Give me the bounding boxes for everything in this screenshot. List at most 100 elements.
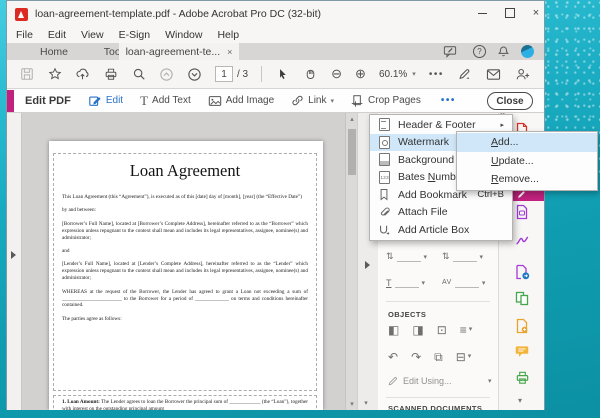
collapse-panel-icon[interactable] <box>365 261 370 269</box>
maximize-button[interactable] <box>497 1 523 25</box>
tab-home[interactable]: Home <box>25 43 83 60</box>
pencil-icon <box>388 376 398 386</box>
search-icon[interactable] <box>131 66 146 82</box>
send-for-review-tool-icon[interactable] <box>515 264 529 280</box>
export-pdf-tool-icon[interactable] <box>515 204 529 220</box>
paragraph-spacing-control[interactable]: ⇅ ▾ <box>442 251 483 262</box>
line-spacing-icon: ⇅ <box>386 251 394 262</box>
background-page-icon <box>378 153 390 166</box>
text-block-outline[interactable]: Loan Agreement This Loan Agreement (this… <box>53 153 317 391</box>
previous-page-icon[interactable] <box>159 66 174 82</box>
feedback-icon[interactable] <box>443 45 457 58</box>
select-tool-icon[interactable] <box>275 66 290 82</box>
page-number-input[interactable]: 1 <box>215 66 233 82</box>
sidebar-more-icon[interactable]: ▾ <box>518 396 522 405</box>
flip-horizontal-icon[interactable]: ◧ <box>388 324 399 336</box>
bates-numbering-page-icon: 123 <box>378 171 390 184</box>
fill-sign-tool-icon[interactable] <box>515 233 529 249</box>
crop-object-icon[interactable]: ⊡ <box>437 324 447 336</box>
window-title: loan-agreement-template.pdf - Adobe Acro… <box>35 8 321 20</box>
flip-vertical-icon[interactable]: ◨ <box>412 324 423 336</box>
rotate-right-icon[interactable]: ↷ <box>411 351 421 363</box>
add-image-button[interactable]: Add Image <box>208 95 274 107</box>
next-page-icon[interactable] <box>187 66 202 82</box>
menu-help[interactable]: Help <box>217 29 239 41</box>
page-total: / 3 <box>237 69 248 80</box>
edit-button[interactable]: Edit <box>88 94 123 107</box>
menu-item-add-article-box[interactable]: Add Article Box <box>370 221 512 239</box>
minimize-button[interactable] <box>469 1 495 25</box>
close-tab-icon[interactable]: × <box>227 47 232 57</box>
rotate-left-icon[interactable]: ↶ <box>388 351 398 363</box>
document-scrollbar[interactable]: ▴ ▾ <box>345 113 357 410</box>
crop-pages-button[interactable]: Crop Pages <box>351 94 421 108</box>
edit-using-button[interactable]: Edit Using... ▾ <box>388 376 452 386</box>
share-cloud-icon[interactable] <box>75 66 90 82</box>
scanned-documents-label: SCANNED DOCUMENTS <box>388 404 482 410</box>
zoom-level-value: 60.1% <box>379 69 407 80</box>
share-with-others-icon[interactable] <box>515 66 530 82</box>
toolbar-more-icon[interactable]: ••• <box>429 69 444 80</box>
menu-edit[interactable]: Edit <box>48 29 66 41</box>
pdf-page[interactable]: Loan Agreement This Loan Agreement (this… <box>49 141 323 410</box>
watermark-submenu: Add... Update... Remove... <box>456 131 598 191</box>
menu-view[interactable]: View <box>81 29 104 41</box>
paragraph-spacing-field[interactable] <box>453 251 477 262</box>
article-box-icon <box>378 224 390 236</box>
email-icon[interactable] <box>486 66 501 82</box>
objects-section-label: OBJECTS <box>388 310 426 319</box>
submenu-item-add[interactable]: Add... <box>457 133 597 152</box>
submenu-item-remove[interactable]: Remove... <box>457 170 597 189</box>
text-block-outline[interactable]: 1. Loan Amount: The Lender agrees to loa… <box>53 395 317 410</box>
close-tool-button[interactable]: Close <box>487 92 533 110</box>
save-icon[interactable] <box>19 66 34 82</box>
add-text-button[interactable]: T Add Text <box>140 93 191 109</box>
print-icon[interactable] <box>103 66 118 82</box>
object-tools-row-1: ◧ ◨ ⊡ ≡▾ <box>388 324 472 336</box>
paperclip-icon <box>378 206 390 218</box>
user-avatar[interactable] <box>521 45 534 58</box>
tab-document[interactable]: loan-agreement-te... × <box>119 43 239 60</box>
close-window-button[interactable]: × <box>523 1 549 25</box>
char-spacing-control[interactable]: AV ▾ <box>442 277 485 288</box>
zoom-out-icon[interactable]: ⊖ <box>331 67 342 81</box>
menu-esign[interactable]: E-Sign <box>119 29 151 41</box>
chevron-down-icon: ▾ <box>331 97 335 105</box>
zoom-level-control[interactable]: 60.1% ▾ <box>379 69 416 80</box>
star-favorite-icon[interactable] <box>47 66 62 82</box>
edit-pdf-toolbar: Edit PDF Edit T Add Text Add Image Link … <box>7 89 544 113</box>
arrange-objects-icon[interactable]: ⊟▾ <box>456 351 472 363</box>
notifications-bell-icon[interactable] <box>497 45 510 58</box>
help-icon[interactable]: ? <box>473 45 486 58</box>
hand-tool-icon[interactable] <box>303 66 318 82</box>
line-spacing-field[interactable] <box>397 251 421 262</box>
edit-toolbar-more-icon[interactable]: ••• <box>441 95 456 106</box>
horizontal-scale-control[interactable]: T ▾ <box>386 277 425 288</box>
comment-tool-icon[interactable] <box>515 344 529 360</box>
submenu-item-update[interactable]: Update... <box>457 152 597 171</box>
shortcut-label: Ctrl+B <box>477 189 504 200</box>
scrollbar-thumb[interactable] <box>348 129 356 175</box>
bookmark-icon <box>378 188 390 201</box>
align-objects-icon[interactable]: ≡▾ <box>460 324 473 336</box>
replace-object-icon[interactable]: ⧉ <box>434 351 443 363</box>
link-button[interactable]: Link ▾ <box>291 94 334 107</box>
doc-paragraph: This Loan Agreement (this “Agreement”), … <box>62 194 308 201</box>
combine-files-tool-icon[interactable] <box>515 318 529 334</box>
image-icon <box>208 95 222 107</box>
menu-file[interactable]: File <box>16 29 33 41</box>
gutter-scroll-down-icon[interactable]: ▾ <box>360 399 372 407</box>
title-bar: loan-agreement-template.pdf - Adobe Acro… <box>7 1 544 27</box>
expand-left-pane-icon[interactable] <box>11 251 16 259</box>
menu-item-attach-file[interactable]: Attach File <box>370 204 512 222</box>
menu-window[interactable]: Window <box>165 29 202 41</box>
paragraph-spacing-icon: ⇅ <box>442 251 450 262</box>
line-spacing-control[interactable]: ⇅ ▾ <box>386 251 427 262</box>
char-spacing-field[interactable] <box>455 277 479 288</box>
sign-pen-icon[interactable] <box>457 66 472 82</box>
scan-ocr-tool-icon[interactable] <box>515 370 529 386</box>
organize-pages-tool-icon[interactable] <box>515 291 529 307</box>
zoom-in-icon[interactable]: ⊕ <box>355 67 366 81</box>
scale-field[interactable] <box>395 277 419 288</box>
acrobat-app-icon <box>15 8 28 21</box>
